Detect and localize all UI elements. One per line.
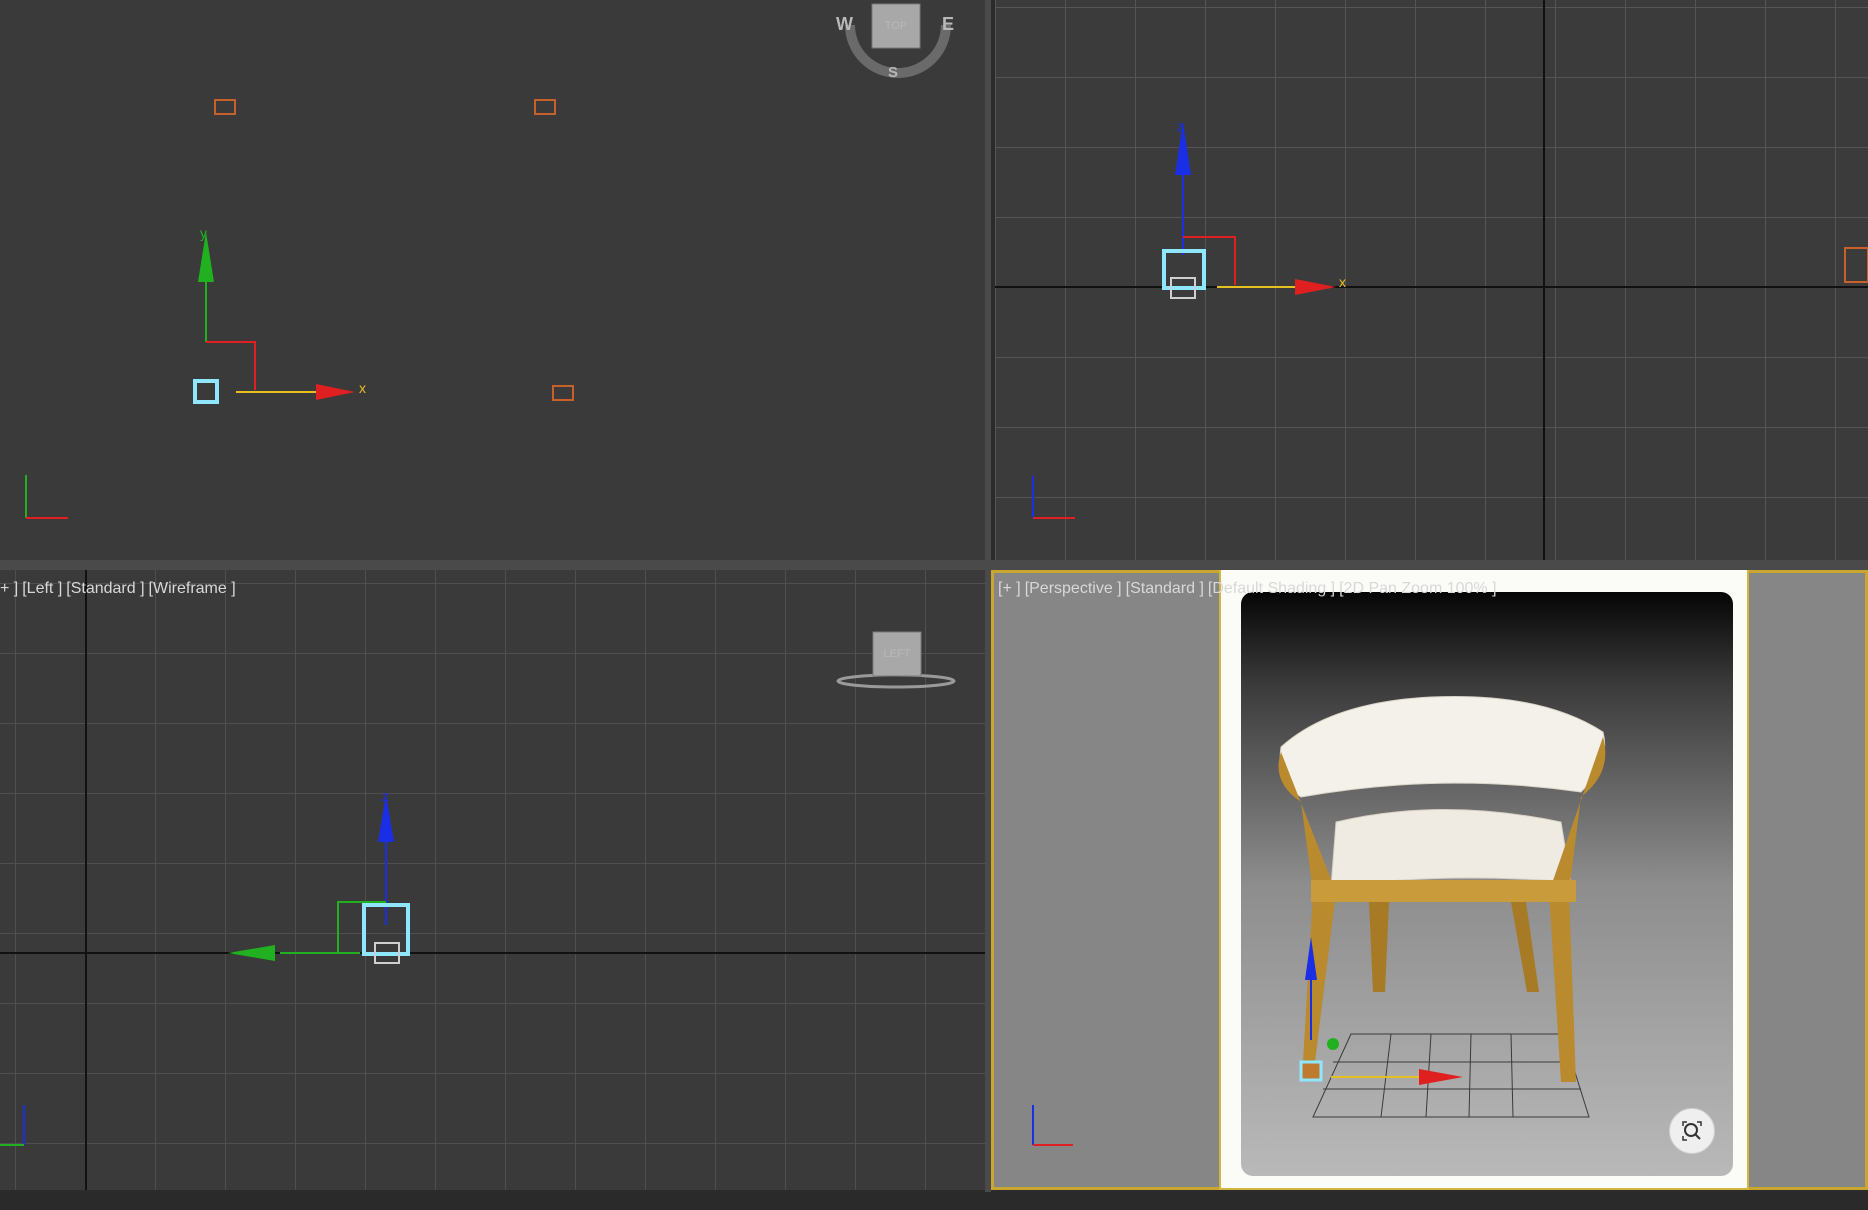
world-axis-icon <box>1032 1105 1073 1146</box>
status-bar <box>0 1192 1868 1210</box>
viewport-shading-menu[interactable]: [Wireframe ] <box>149 580 236 597</box>
viewport-standard-menu[interactable]: [Standard ] <box>66 580 144 597</box>
world-axis-icon <box>1032 476 1075 519</box>
transform-gizmo-icon <box>228 795 410 964</box>
viewport-view-menu[interactable]: [Left ] <box>22 580 62 597</box>
viewport-label: + ] [Left ] [Standard ] [Wireframe ] <box>0 580 240 598</box>
front-viewport[interactable]: x z <box>995 0 1868 560</box>
gizmo-z-label: z <box>1177 118 1184 134</box>
world-axis-icon <box>25 475 68 519</box>
viewcube-icon[interactable]: TOP <box>872 4 920 48</box>
gizmo-y-label: y <box>200 225 207 241</box>
viewport-menu-plus[interactable]: + ] <box>0 580 18 597</box>
transform-gizmo-icon <box>193 232 355 404</box>
top-viewport[interactable]: TOP W E S x y <box>0 0 985 560</box>
gizmo-x-label: x <box>1339 274 1346 290</box>
light-icon <box>552 385 574 401</box>
perspective-viewport[interactable]: [+ ] [Perspective ] [Standard ] [Default Sh… <box>991 570 1868 1190</box>
viewcube-label: TOP <box>884 20 908 32</box>
compass-south-label: S <box>888 64 899 81</box>
gizmo-z-label: z <box>382 788 389 804</box>
left-viewport[interactable]: + ] [Left ] [Standard ] [Wireframe ] LEFT z <box>0 570 985 1190</box>
top-viewport-canvas <box>25 3 951 519</box>
left-viewport-canvas <box>0 570 985 1190</box>
viewcube-label[interactable]: LEFT <box>873 632 921 676</box>
light-icon <box>534 99 556 115</box>
compass-east-label: E <box>942 14 955 34</box>
world-axis-icon <box>0 1105 25 1146</box>
light-icon <box>1844 247 1868 283</box>
compass-west-label: W <box>836 14 853 34</box>
front-viewport-canvas <box>995 0 1868 560</box>
viewport-divider-horizontal[interactable] <box>0 560 1868 570</box>
gizmo-x-label: x <box>359 380 366 396</box>
perspective-overlay <box>1032 1105 1073 1146</box>
transform-gizmo-icon <box>1162 122 1336 299</box>
light-icon <box>214 99 236 115</box>
